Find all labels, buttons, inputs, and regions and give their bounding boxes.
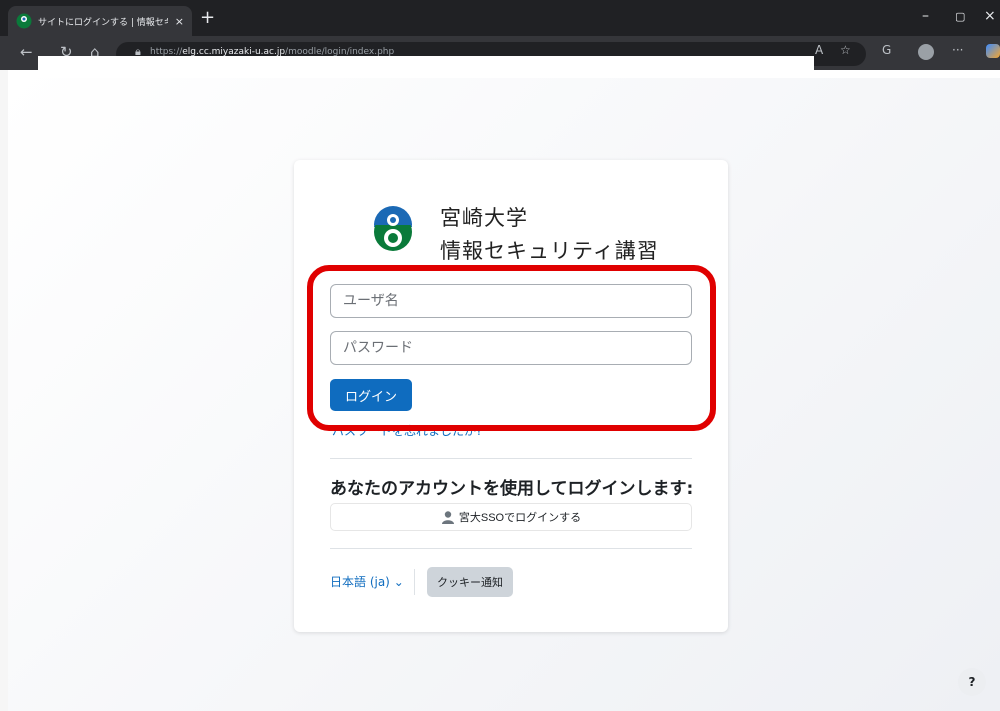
login-button[interactable]: ログイン	[330, 379, 412, 411]
university-logo-icon	[374, 206, 412, 251]
page-left-edge	[0, 70, 8, 711]
maximize-icon[interactable]: ▢	[955, 10, 965, 23]
browser-tab[interactable]: サイトにログインする | 情報セキュリティ講 ×	[8, 6, 192, 36]
cookie-notice-button[interactable]: クッキー通知	[427, 567, 513, 597]
tab-title: サイトにログインする | 情報セキュリティ講	[38, 17, 168, 28]
help-button[interactable]: ?	[958, 668, 986, 696]
site-favicon-icon	[16, 13, 32, 29]
minimize-icon[interactable]: –	[922, 8, 929, 24]
more-menu-icon[interactable]: ···	[952, 43, 963, 57]
redaction-mask	[38, 56, 814, 78]
user-icon	[441, 511, 454, 524]
profile-avatar-icon[interactable]	[918, 44, 934, 60]
logo-title-line2: 情報セキュリティ講習	[440, 239, 659, 263]
divider	[330, 458, 692, 459]
sso-button-label: 宮大SSOでログインする	[458, 512, 582, 524]
username-input[interactable]	[330, 284, 692, 318]
copilot-icon[interactable]	[986, 44, 1000, 58]
logo-title-line1: 宮崎大学	[440, 206, 528, 230]
sso-login-button[interactable]: 宮大SSOでログインする	[330, 503, 692, 531]
new-tab-button[interactable]: +	[200, 8, 215, 28]
extension-icon[interactable]: G	[882, 43, 891, 57]
language-label: 日本語 (ja)	[330, 575, 390, 589]
footer-separator	[414, 569, 415, 595]
favorite-star-icon[interactable]: ☆	[840, 43, 851, 57]
forgot-password-link[interactable]: パスワードを忘れましたか?	[332, 422, 482, 439]
language-selector[interactable]: 日本語 (ja) ⌄	[330, 573, 404, 590]
tab-close-icon[interactable]: ×	[175, 15, 184, 28]
window-close-icon[interactable]: ×	[984, 8, 996, 24]
back-arrow-icon[interactable]: ←	[20, 44, 33, 60]
chevron-down-icon: ⌄	[393, 575, 404, 589]
read-aloud-icon[interactable]: A	[815, 43, 823, 57]
sso-heading: あなたのアカウントを使用してログインします:	[330, 479, 694, 499]
password-input[interactable]	[330, 331, 692, 365]
divider	[330, 548, 692, 549]
